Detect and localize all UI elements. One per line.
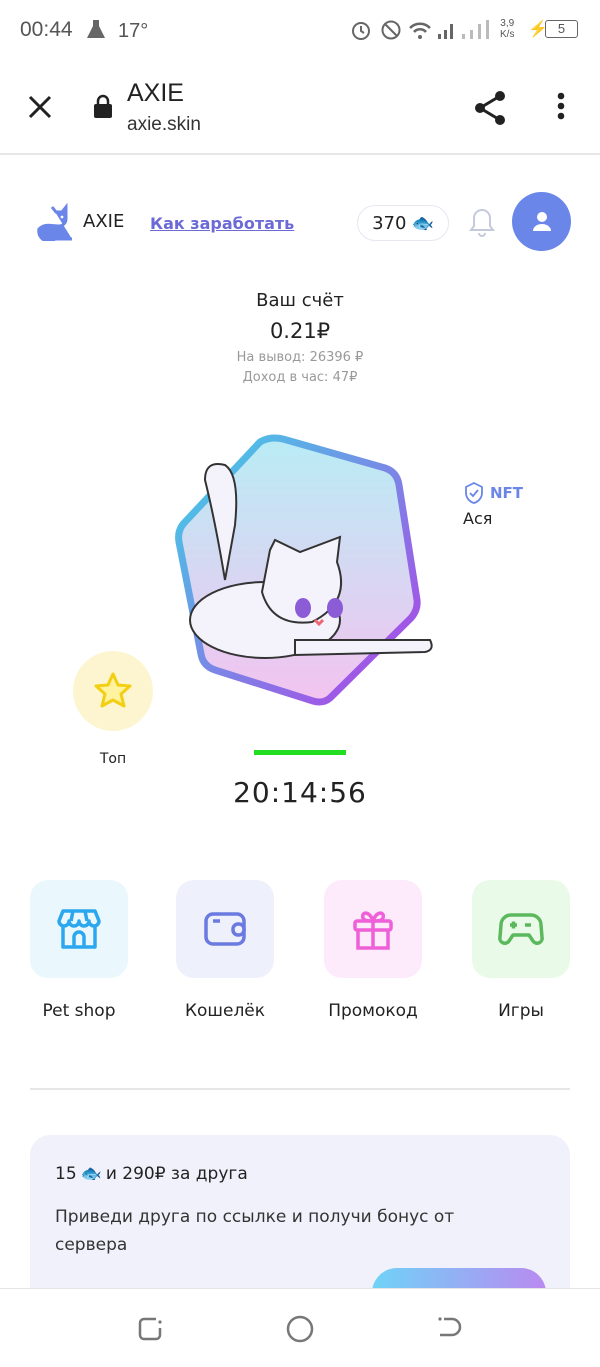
pet-progress-fill (254, 750, 346, 755)
lock-icon (94, 94, 112, 118)
back-icon[interactable] (436, 1315, 464, 1343)
referral-text: Приведи друга по ссылке и получи бонус о… (55, 1207, 455, 1255)
star-icon (94, 672, 132, 708)
user-icon (533, 212, 551, 231)
url[interactable]: axie.skin (127, 114, 201, 136)
tile-label: Игры (498, 1001, 544, 1021)
flask-icon (87, 20, 105, 38)
close-icon[interactable] (27, 94, 53, 120)
referral-title-rest: и 290₽ за друга (105, 1164, 248, 1184)
system-nav-bar (0, 1288, 600, 1367)
wallet-icon (204, 912, 246, 946)
top-button[interactable] (73, 651, 153, 731)
tile-label: Pet shop (42, 1001, 116, 1021)
status-bar: 00:44 17° 3,9 K/s ⚡ 5 (0, 0, 600, 60)
battery: 5 (545, 20, 578, 38)
pet-timer: 20:14:56 (233, 776, 367, 809)
bell-icon[interactable] (468, 207, 496, 239)
more-icon[interactable] (555, 92, 567, 122)
top-label: Топ (99, 751, 127, 767)
verified-shield-icon (465, 482, 483, 504)
logo-text: AXIE (83, 211, 125, 232)
account-balance: 0.21₽ (269, 319, 331, 343)
tile-label: Кошелёк (184, 1001, 266, 1021)
earn-link[interactable]: Как заработать (150, 214, 294, 233)
hourly-income: Доход в час: 47₽ (242, 370, 358, 385)
temperature: 17° (118, 20, 149, 42)
alarm-icon (352, 22, 370, 40)
nft-badge: NFT (463, 482, 523, 504)
fish-count: 370 (372, 212, 407, 234)
page-title: AXIE (127, 79, 184, 107)
fish-balance[interactable]: 370 🐟 (357, 205, 449, 241)
fish-icon: 🐟 (411, 212, 434, 234)
pet-image[interactable] (165, 430, 445, 715)
divider (30, 1088, 570, 1090)
tile-2-button[interactable] (324, 880, 422, 978)
browser-toolbar: AXIE axie.skin (0, 60, 600, 155)
signal-icon (409, 20, 489, 39)
referral-title: 15 🐟 и 290₽ за друга (55, 1164, 248, 1184)
cat-logo-icon (37, 203, 72, 241)
tile-0-button[interactable] (30, 880, 128, 978)
net-speed: 3,9 K/s (500, 18, 515, 40)
dnd-icon (381, 20, 401, 40)
nft-label: NFT (490, 484, 524, 502)
tile-1-button[interactable] (176, 880, 274, 978)
gift-icon (353, 911, 393, 950)
tile-3-button[interactable] (472, 880, 570, 978)
pet-progress-bar (254, 750, 346, 755)
account-label: Ваш счёт (256, 290, 344, 311)
recents-icon[interactable] (136, 1315, 164, 1343)
store-icon (57, 909, 101, 949)
gamepad-icon (498, 913, 544, 945)
tile-label: Промокод (328, 1001, 418, 1021)
fish-icon: 🐟 (80, 1164, 102, 1184)
withdraw-amount: На вывод: 26396 ₽ (236, 350, 364, 365)
share-icon[interactable] (473, 90, 507, 126)
profile-avatar-button[interactable] (512, 192, 571, 251)
home-icon[interactable] (286, 1315, 314, 1343)
pet-name: Ася (463, 509, 493, 528)
clock: 00:44 (20, 18, 73, 41)
referral-fish-count: 15 (55, 1164, 77, 1184)
